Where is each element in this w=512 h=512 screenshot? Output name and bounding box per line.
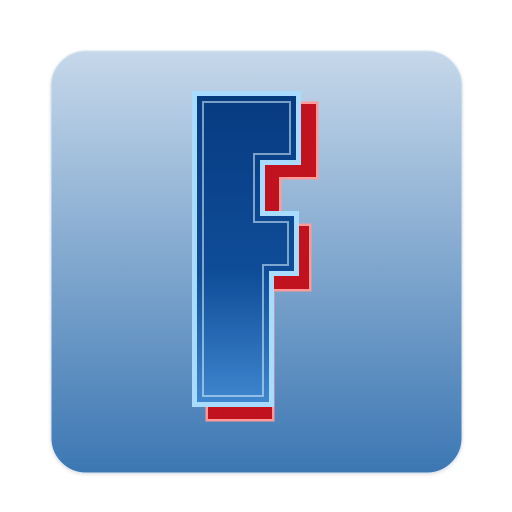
- app-icon-stage: [0, 0, 512, 512]
- app-tile-icon: [50, 50, 463, 474]
